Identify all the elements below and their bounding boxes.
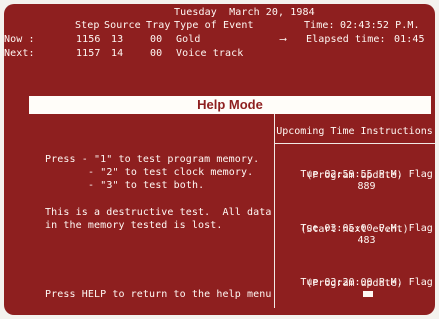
col-tray: Tray [146, 20, 171, 31]
terminal-screen: Tuesday March 20, 1984 Step Source Tray … [4, 4, 435, 315]
next-type: Voice track [176, 48, 244, 59]
elapsed-label: Elapsed time: [306, 34, 386, 45]
help-line-1: Press - "1" to test program memory. [45, 154, 260, 165]
now-type: Gold [176, 34, 201, 45]
mode-title-bar: Help Mode [29, 96, 431, 114]
upcoming-title: Upcoming Time Instructions [276, 126, 433, 137]
time-value: 02:43:52 P.M. [340, 20, 420, 31]
help-line-5: in the memory tested is lost. [45, 220, 223, 231]
date-text: Tuesday March 20, 1984 [174, 7, 315, 18]
col-source: Source [104, 20, 141, 31]
now-step: 1156 [76, 34, 101, 45]
time-label: Time: [304, 20, 335, 31]
help-footer: Press HELP to return to the help menu [45, 289, 272, 300]
now-label: Now : [4, 34, 35, 45]
upcoming-item-1-desc: (Program update) [306, 170, 403, 181]
elapsed-value: 01:45 [394, 34, 425, 45]
next-step: 1157 [76, 48, 101, 59]
now-tray: 00 [150, 34, 163, 45]
now-source: 13 [111, 34, 124, 45]
horizontal-divider [274, 143, 435, 144]
flag-block-icon [362, 291, 373, 297]
upcoming-item-2-desc: (Start next event) [300, 224, 409, 235]
next-tray: 00 [150, 48, 163, 59]
next-label: Next: [4, 48, 35, 59]
next-source: 14 [111, 48, 124, 59]
col-type: Type of Event [174, 20, 254, 31]
col-step: Step [75, 20, 100, 31]
upcoming-item-1-flag: 889 [357, 181, 376, 192]
help-line-4: This is a destructive test. All data [45, 207, 272, 218]
arrow-icon: ⟶ [280, 34, 287, 45]
upcoming-item-3-desc: (Program update) [306, 278, 403, 289]
help-line-2: - "2" to test clock memory. [88, 167, 254, 178]
upcoming-item-2-flag: 483 [357, 235, 376, 246]
help-line-3: - "3" to test both. [88, 180, 205, 191]
